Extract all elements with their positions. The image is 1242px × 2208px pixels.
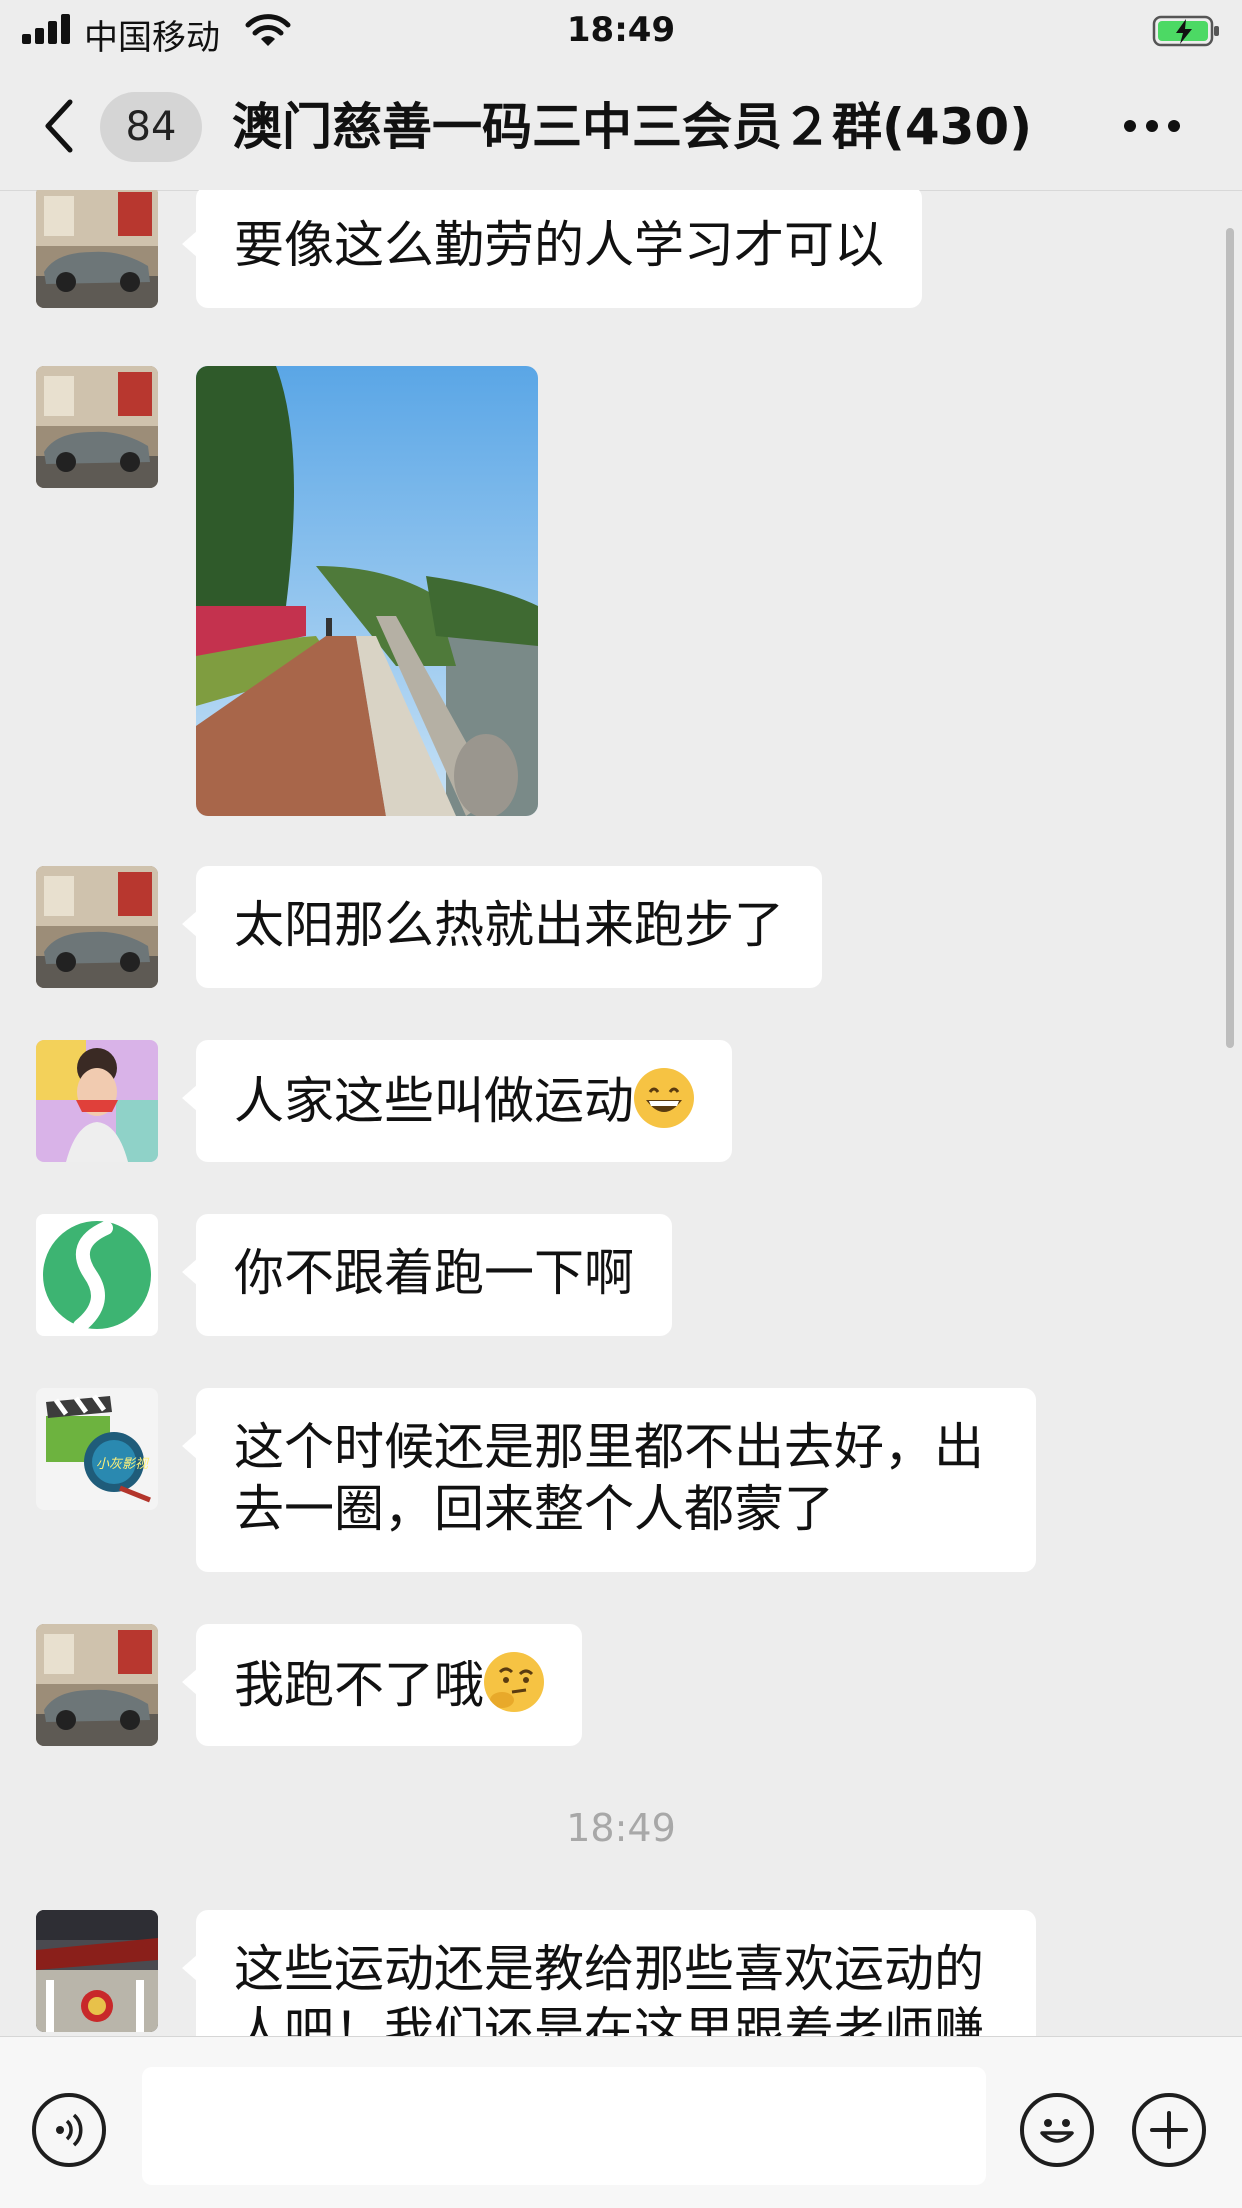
message-text: 我跑不了哦 bbox=[234, 1656, 484, 1714]
avatar-caption: 小灰影视 bbox=[96, 1457, 150, 1472]
message-text: 人家这些叫做运动 bbox=[234, 1072, 634, 1130]
message-text: 要像这么勤劳的人学习才可以 bbox=[234, 216, 884, 274]
car-avatar[interactable] bbox=[36, 866, 158, 988]
battery-charging-icon bbox=[1152, 15, 1219, 47]
message-text: 这些运动还是教给那些喜欢运动的人吧！我们还是在这里跟着老师赚 bbox=[234, 1940, 984, 2036]
green-logo-avatar[interactable] bbox=[36, 1214, 158, 1336]
input-bar bbox=[0, 2036, 1242, 2208]
more-options-icon[interactable] bbox=[1124, 118, 1180, 134]
message-bubble[interactable]: 你不跟着跑一下啊 bbox=[182, 1214, 672, 1336]
thinking-face-emoji bbox=[484, 1652, 544, 1712]
building-avatar[interactable] bbox=[36, 1910, 158, 2032]
chat-header: 84 澳门慈善一码三中三会员２群(430) bbox=[0, 62, 1242, 191]
wechat-group-chat-screen: 中国移动 18:49 84 澳门慈善一码三中三会员２群(430) 要像这么勤劳的… bbox=[0, 0, 1242, 2208]
message-bubble[interactable]: 这个时候还是那里都不出去好，出去一圈，回来整个人都蒙了 bbox=[182, 1388, 1036, 1572]
girl-avatar[interactable] bbox=[36, 1040, 158, 1162]
smiley-icon bbox=[1040, 2119, 1074, 2143]
grinning-sweat-emoji bbox=[634, 1068, 694, 1128]
message-bubble[interactable]: 太阳那么热就出来跑步了 bbox=[182, 866, 822, 988]
status-bar: 中国移动 18:49 bbox=[0, 0, 1242, 62]
film-avatar[interactable]: 小灰影视 bbox=[36, 1388, 158, 1510]
emoji-button[interactable] bbox=[1020, 2093, 1094, 2167]
message-bubble[interactable]: 要像这么勤劳的人学习才可以 bbox=[182, 190, 922, 308]
message-input[interactable] bbox=[142, 2067, 986, 2185]
message-bubble[interactable]: 我跑不了哦 bbox=[182, 1624, 582, 1746]
message-bubble[interactable]: 人家这些叫做运动 bbox=[182, 1040, 732, 1162]
back-arrow-icon[interactable] bbox=[40, 96, 80, 156]
car-avatar[interactable] bbox=[36, 190, 158, 308]
plus-icon bbox=[1150, 2111, 1188, 2149]
car-avatar[interactable] bbox=[36, 366, 158, 488]
message-bubble[interactable]: 这些运动还是教给那些喜欢运动的人吧！我们还是在这里跟着老师赚 bbox=[182, 1910, 1036, 2036]
voice-icon bbox=[56, 2113, 83, 2147]
unread-count-badge[interactable]: 84 bbox=[100, 92, 202, 162]
message-list[interactable]: 要像这么勤劳的人学习才可以 太阳那么热就出来跑步了 人家这些叫做运动 你不跟着跑… bbox=[0, 190, 1242, 2036]
message-text: 你不跟着跑一下啊 bbox=[234, 1244, 634, 1302]
more-functions-button[interactable] bbox=[1132, 2093, 1206, 2167]
car-avatar[interactable] bbox=[36, 1624, 158, 1746]
riverside-path-photo[interactable] bbox=[196, 366, 538, 816]
chat-title: 澳门慈善一码三中三会员２群(430) bbox=[232, 98, 1033, 156]
message-text: 太阳那么热就出来跑步了 bbox=[234, 896, 784, 954]
voice-input-button[interactable] bbox=[32, 2093, 106, 2167]
message-text: 这个时候还是那里都不出去好，出去一圈，回来整个人都蒙了 bbox=[234, 1418, 984, 1538]
scrollbar[interactable] bbox=[1226, 228, 1234, 1048]
timestamp-separator: 18:49 bbox=[566, 1806, 676, 1850]
status-time: 18:49 bbox=[566, 10, 676, 50]
